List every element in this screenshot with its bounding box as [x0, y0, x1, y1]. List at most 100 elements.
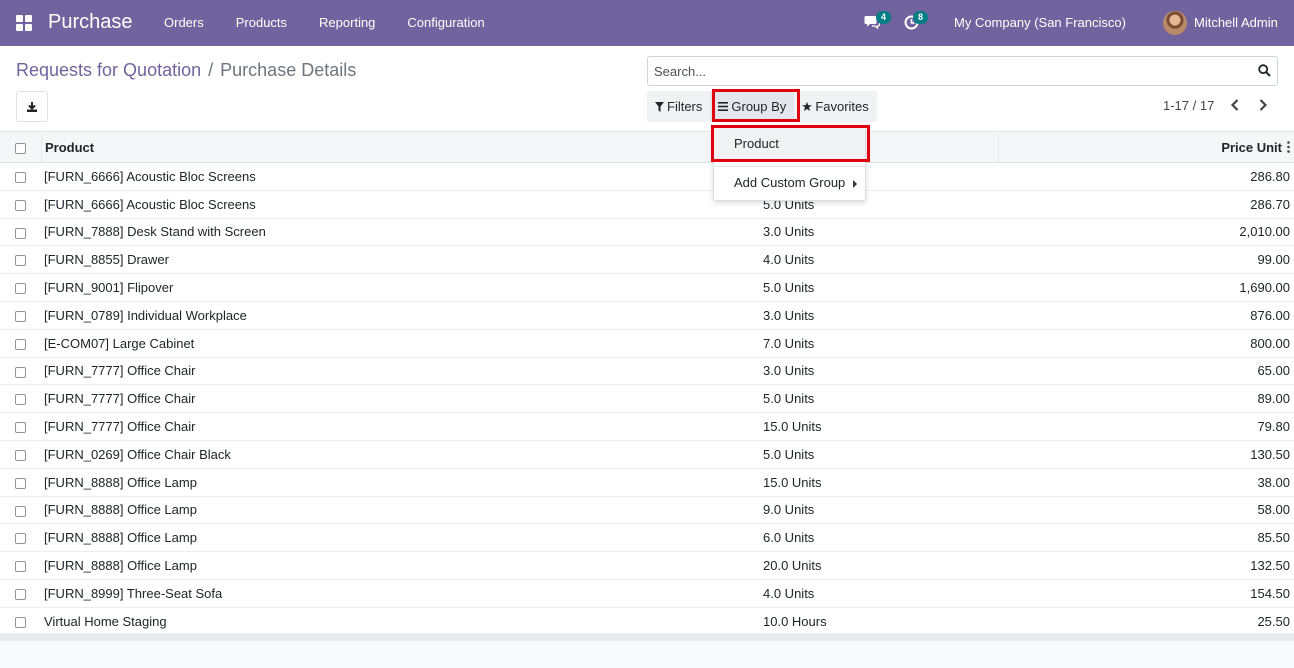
product-cell[interactable]: [FURN_8888] Office Lamp	[41, 468, 763, 497]
quantity-cell[interactable]: 20.0 Units	[763, 551, 998, 580]
apps-menu-icon[interactable]	[16, 15, 32, 31]
quantity-cell[interactable]: 4.0 Units	[763, 245, 998, 275]
download-button[interactable]	[16, 91, 48, 122]
quantity-cell[interactable]: 7.0 Units	[763, 329, 998, 358]
quantity-cell[interactable]: 5.0 Units	[763, 273, 998, 302]
pager-previous-icon[interactable]	[1228, 97, 1242, 113]
product-cell[interactable]: [FURN_7777] Office Chair	[41, 357, 763, 386]
price-unit-cell[interactable]: 800.00	[998, 329, 1294, 358]
price-unit-cell[interactable]: 38.00	[998, 468, 1294, 497]
search-icon[interactable]	[1258, 64, 1271, 77]
price-unit-cell[interactable]: 1,690.00	[998, 273, 1294, 302]
search-input[interactable]	[648, 57, 1238, 85]
price-unit-cell[interactable]: 130.50	[998, 440, 1294, 469]
product-cell[interactable]: [FURN_9001] Flipover	[41, 273, 763, 302]
table-row[interactable]: [FURN_7888] Desk Stand with Screen 3.0 Un…	[0, 218, 1294, 247]
user-menu[interactable]: Mitchell Admin	[1194, 15, 1278, 30]
product-cell[interactable]: [FURN_8999] Three-Seat Sofa	[41, 579, 763, 608]
price-unit-cell[interactable]: 58.00	[998, 496, 1294, 525]
price-unit-cell[interactable]: 25.50	[998, 607, 1294, 636]
row-checkbox[interactable]	[15, 199, 26, 211]
group-by-button[interactable]: Group By	[710, 91, 795, 122]
price-unit-cell[interactable]: 89.00	[998, 384, 1294, 414]
company-switcher[interactable]: My Company (San Francisco)	[954, 15, 1126, 30]
price-unit-cell[interactable]: 85.50	[998, 523, 1294, 553]
app-title[interactable]: Purchase	[48, 11, 133, 34]
table-row[interactable]: [FURN_8999] Three-Seat Sofa 4.0 Units 154.…	[0, 579, 1294, 608]
table-row[interactable]: [FURN_8888] Office Lamp 9.0 Units 58.00	[0, 496, 1294, 525]
product-cell[interactable]: [FURN_6666] Acoustic Bloc Screens	[41, 162, 763, 191]
quantity-cell[interactable]: 5.0 Units	[763, 440, 998, 469]
quantity-cell[interactable]: 15.0 Units	[763, 468, 998, 497]
product-cell[interactable]: [FURN_8888] Office Lamp	[41, 551, 763, 580]
price-unit-cell[interactable]: 876.00	[998, 301, 1294, 330]
product-cell[interactable]: [FURN_7777] Office Chair	[41, 412, 763, 441]
table-row[interactable]: [FURN_7777] Office Chair 15.0 Units 79.80	[0, 412, 1294, 441]
table-row[interactable]: [FURN_8855] Drawer 4.0 Units 99.00	[0, 245, 1294, 275]
quantity-cell[interactable]: 5.0 Units	[763, 384, 998, 414]
table-row[interactable]: [FURN_9001] Flipover 5.0 Units 1,690.00	[0, 273, 1294, 302]
product-cell[interactable]: [FURN_8888] Office Lamp	[41, 523, 763, 553]
price-unit-cell[interactable]: 65.00	[998, 357, 1294, 386]
quantity-cell[interactable]: 3.0 Units	[763, 357, 998, 386]
quantity-cell[interactable]: 9.0 Units	[763, 496, 998, 525]
price-unit-cell[interactable]: 79.80	[998, 412, 1294, 441]
group-by-product-option[interactable]: Product	[714, 128, 865, 159]
row-checkbox[interactable]	[15, 422, 26, 434]
product-cell[interactable]: [FURN_7888] Desk Stand with Screen	[41, 218, 763, 247]
product-cell[interactable]: [FURN_8855] Drawer	[41, 245, 763, 275]
price-unit-cell[interactable]: 154.50	[998, 579, 1294, 608]
menu-configuration[interactable]: Configuration	[391, 0, 500, 46]
quantity-cell[interactable]: 4.0 Units	[763, 579, 998, 608]
table-row[interactable]: [FURN_6666] Acoustic Bloc Screens 286.80	[0, 162, 1294, 191]
table-row[interactable]: [FURN_7777] Office Chair 5.0 Units 89.00	[0, 384, 1294, 414]
row-checkbox[interactable]	[15, 366, 26, 378]
filters-button[interactable]: Filters	[647, 91, 711, 122]
header-product[interactable]: Product	[41, 133, 763, 163]
favorites-button[interactable]: Favorites	[794, 91, 877, 122]
table-row[interactable]: Virtual Home Staging 10.0 Hours 25.50	[0, 607, 1294, 636]
row-checkbox[interactable]	[15, 561, 26, 573]
row-checkbox[interactable]	[15, 310, 26, 322]
table-row[interactable]: [FURN_0789] Individual Workplace 3.0 Unit…	[0, 301, 1294, 330]
user-avatar[interactable]	[1163, 11, 1187, 35]
price-unit-cell[interactable]: 286.70	[998, 190, 1294, 219]
price-unit-cell[interactable]: 99.00	[998, 245, 1294, 275]
pager-value[interactable]: 1-17 / 17	[1163, 98, 1214, 113]
table-row[interactable]: [FURN_7777] Office Chair 3.0 Units 65.00	[0, 357, 1294, 386]
price-unit-cell[interactable]: 286.80	[998, 162, 1294, 191]
row-checkbox[interactable]	[15, 505, 26, 517]
price-unit-cell[interactable]: 2,010.00	[998, 218, 1294, 247]
product-cell[interactable]: [E-COM07] Large Cabinet	[41, 329, 763, 358]
price-unit-cell[interactable]: 132.50	[998, 551, 1294, 580]
row-checkbox[interactable]	[15, 171, 26, 183]
menu-products[interactable]: Products	[220, 0, 303, 46]
product-cell[interactable]: [FURN_6666] Acoustic Bloc Screens	[41, 190, 763, 219]
product-cell[interactable]: [FURN_8888] Office Lamp	[41, 496, 763, 525]
product-cell[interactable]: [FURN_0269] Office Chair Black	[41, 440, 763, 469]
row-checkbox[interactable]	[15, 588, 26, 600]
row-checkbox[interactable]	[15, 394, 26, 406]
row-checkbox[interactable]	[15, 449, 26, 461]
quantity-cell[interactable]: 6.0 Units	[763, 523, 998, 553]
product-cell[interactable]: [FURN_0789] Individual Workplace	[41, 301, 763, 330]
product-cell[interactable]: [FURN_7777] Office Chair	[41, 384, 763, 414]
row-checkbox[interactable]	[15, 283, 26, 295]
row-checkbox[interactable]	[15, 338, 26, 350]
row-checkbox[interactable]	[15, 616, 26, 628]
table-row[interactable]: [FURN_0269] Office Chair Black 5.0 Units 1…	[0, 440, 1294, 469]
pager-next-icon[interactable]	[1256, 97, 1270, 113]
row-checkbox[interactable]	[15, 477, 26, 489]
breadcrumb-parent[interactable]: Requests for Quotation	[16, 60, 201, 80]
table-row[interactable]: [FURN_8888] Office Lamp 15.0 Units 38.00	[0, 468, 1294, 497]
quantity-cell[interactable]: 3.0 Units	[763, 301, 998, 330]
row-checkbox[interactable]	[15, 227, 26, 239]
optional-columns-icon[interactable]	[1287, 141, 1290, 153]
product-cell[interactable]: Virtual Home Staging	[41, 607, 763, 636]
add-custom-group-option[interactable]: Add Custom Group	[714, 168, 865, 198]
quantity-cell[interactable]: 10.0 Hours	[763, 607, 998, 636]
table-row[interactable]: [FURN_8888] Office Lamp 6.0 Units 85.50	[0, 523, 1294, 553]
quantity-cell[interactable]: 3.0 Units	[763, 218, 998, 247]
table-row[interactable]: [FURN_8888] Office Lamp 20.0 Units 132.50	[0, 551, 1294, 580]
table-row[interactable]: [E-COM07] Large Cabinet 7.0 Units 800.00	[0, 329, 1294, 358]
